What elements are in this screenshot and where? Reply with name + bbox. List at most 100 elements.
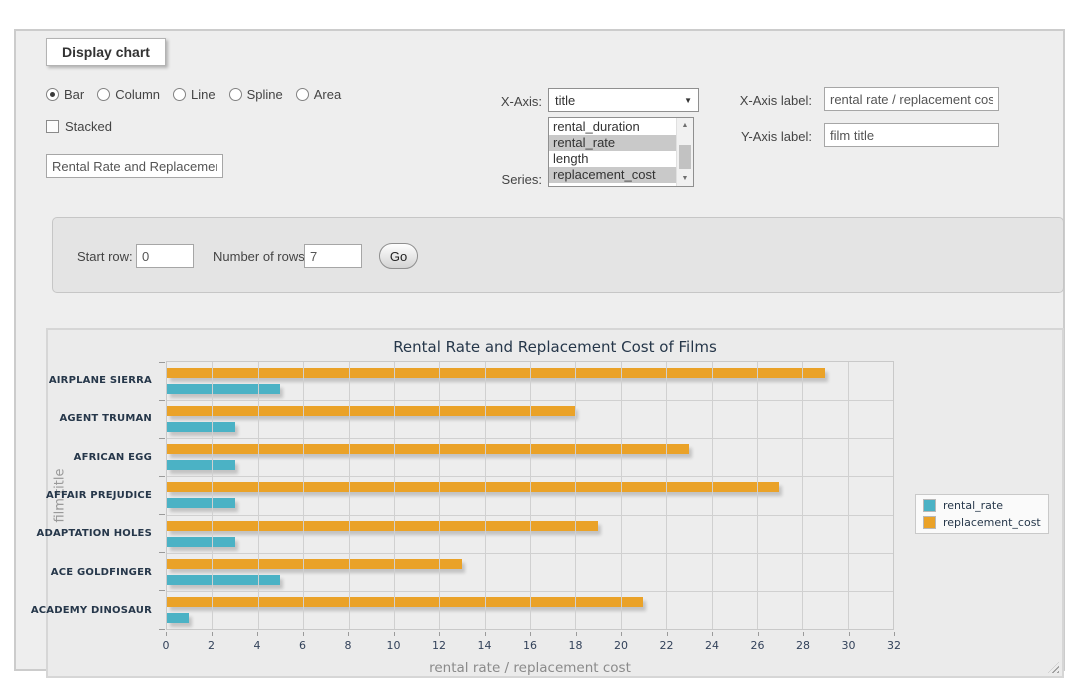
radio-icon[interactable] xyxy=(296,88,309,101)
series-option-rental_rate[interactable]: rental_rate xyxy=(549,135,676,151)
gridline-vertical xyxy=(394,362,395,629)
series-scrollbar[interactable]: ▲ ▼ xyxy=(676,118,693,186)
gridline-vertical xyxy=(530,362,531,629)
x-axis-tick-label: 26 xyxy=(751,639,765,652)
x-axis-tick-label: 4 xyxy=(254,639,261,652)
gridline-horizontal xyxy=(167,591,893,592)
y-axis-tickmark xyxy=(159,552,165,553)
x-axis-tick-label: 28 xyxy=(796,639,810,652)
series-multiselect[interactable]: rental_durationrental_ratelengthreplacem… xyxy=(548,117,694,187)
start-row-input[interactable] xyxy=(136,244,194,268)
bar-rental_rate xyxy=(167,575,280,585)
row-range-panel: Start row: Number of rows: Go xyxy=(52,217,1064,293)
gridline-vertical xyxy=(712,362,713,629)
x-axis-tickmark xyxy=(849,632,850,636)
chart-legend: rental_rate replacement_cost xyxy=(915,494,1049,534)
scrollbar-thumb[interactable] xyxy=(679,145,691,169)
gridline-horizontal xyxy=(167,553,893,554)
x-axis-tick-label: 32 xyxy=(887,639,901,652)
x-axis-tickmark xyxy=(348,632,349,636)
bar-replacement_cost xyxy=(167,521,598,531)
number-of-rows-input[interactable] xyxy=(304,244,362,268)
gridline-vertical xyxy=(258,362,259,629)
gridline-horizontal xyxy=(167,476,893,477)
x-axis-select-label: X-Axis: xyxy=(446,94,542,109)
x-axis-caption-label: X-Axis label: xyxy=(716,93,812,108)
x-axis-tick-label: 12 xyxy=(432,639,446,652)
y-axis-tickmark xyxy=(159,400,165,401)
radio-icon[interactable] xyxy=(173,88,186,101)
select-dropdown-arrow-icon: ▼ xyxy=(684,96,692,105)
scroll-up-icon[interactable]: ▲ xyxy=(677,118,693,133)
gridline-vertical xyxy=(303,362,304,629)
x-axis-tickmark xyxy=(803,632,804,636)
chart-type-option-area[interactable]: Area xyxy=(296,87,341,102)
x-axis-caption-input[interactable] xyxy=(824,87,999,111)
x-axis-ticks: 02468101214161820222426283032 xyxy=(166,632,894,656)
chart-type-option-line[interactable]: Line xyxy=(173,87,216,102)
x-axis-tick-label: 2 xyxy=(208,639,215,652)
x-axis-select[interactable]: title ▼ xyxy=(548,88,699,112)
go-button[interactable]: Go xyxy=(379,243,418,269)
x-axis-tick-label: 30 xyxy=(842,639,856,652)
legend-swatch-icon xyxy=(923,516,936,529)
chart-type-option-column[interactable]: Column xyxy=(97,87,160,102)
bar-rental_rate xyxy=(167,384,280,394)
y-axis-tickmark xyxy=(159,590,165,591)
x-axis-tick-label: 0 xyxy=(163,639,170,652)
bar-rental_rate xyxy=(167,422,235,432)
x-axis-tickmark xyxy=(257,632,258,636)
category-label: ADAPTATION HOLES xyxy=(48,515,152,553)
y-axis-tickmark xyxy=(159,476,165,477)
fieldset-legend: Display chart xyxy=(46,38,166,66)
chart-type-option-label: Bar xyxy=(64,87,84,102)
y-axis-tickmark xyxy=(159,438,165,439)
x-axis-tickmark xyxy=(758,632,759,636)
y-axis-caption-input[interactable] xyxy=(824,123,999,147)
chart-x-axis-title: rental rate / replacement cost xyxy=(166,660,894,676)
x-axis-tickmark xyxy=(439,632,440,636)
radio-icon[interactable] xyxy=(229,88,242,101)
category-label: AIRPLANE SIERRA xyxy=(48,361,152,399)
series-option-replacement_cost[interactable]: replacement_cost xyxy=(549,167,676,183)
plot-area xyxy=(166,361,894,630)
scroll-down-icon[interactable]: ▼ xyxy=(677,171,693,186)
x-axis-selected-value: title xyxy=(555,93,575,108)
bar-rental_rate xyxy=(167,460,235,470)
x-axis-tick-label: 24 xyxy=(705,639,719,652)
stacked-checkbox[interactable] xyxy=(46,120,59,133)
radio-icon[interactable] xyxy=(46,88,59,101)
legend-series-name: rental_rate xyxy=(943,499,1003,512)
x-axis-tick-label: 20 xyxy=(614,639,628,652)
x-axis-tickmark xyxy=(576,632,577,636)
stacked-option[interactable]: Stacked xyxy=(46,119,112,134)
x-axis-tick-label: 10 xyxy=(387,639,401,652)
x-axis-tick-label: 16 xyxy=(523,639,537,652)
y-axis-tickmark xyxy=(159,514,165,515)
category-label: AFFAIR PREJUDICE xyxy=(48,476,152,514)
gridline-vertical xyxy=(757,362,758,629)
gridline-horizontal xyxy=(167,400,893,401)
bar-replacement_cost xyxy=(167,597,643,607)
x-axis-tickmark xyxy=(394,632,395,636)
chart-type-option-spline[interactable]: Spline xyxy=(229,87,283,102)
chart-type-option-label: Area xyxy=(314,87,341,102)
gridline-vertical xyxy=(212,362,213,629)
chart-title-input[interactable] xyxy=(46,154,223,178)
bar-rental_rate xyxy=(167,613,189,623)
x-axis-tickmark xyxy=(212,632,213,636)
y-axis-tickmark xyxy=(159,629,165,630)
bar-rental_rate xyxy=(167,498,235,508)
x-axis-tick-label: 6 xyxy=(299,639,306,652)
chart-type-option-label: Line xyxy=(191,87,216,102)
series-option-length[interactable]: length xyxy=(549,151,676,167)
series-option-rental_duration[interactable]: rental_duration xyxy=(549,119,676,135)
y-axis-caption-label: Y-Axis label: xyxy=(716,129,812,144)
bar-replacement_cost xyxy=(167,482,779,492)
chart-title: Rental Rate and Replacement Cost of Film… xyxy=(48,338,1062,356)
legend-series-name: replacement_cost xyxy=(943,516,1041,529)
legend-entry-replacement_cost: replacement_cost xyxy=(923,516,1041,529)
chart-type-option-bar[interactable]: Bar xyxy=(46,87,84,102)
radio-icon[interactable] xyxy=(97,88,110,101)
resize-handle-icon[interactable] xyxy=(1048,662,1059,673)
